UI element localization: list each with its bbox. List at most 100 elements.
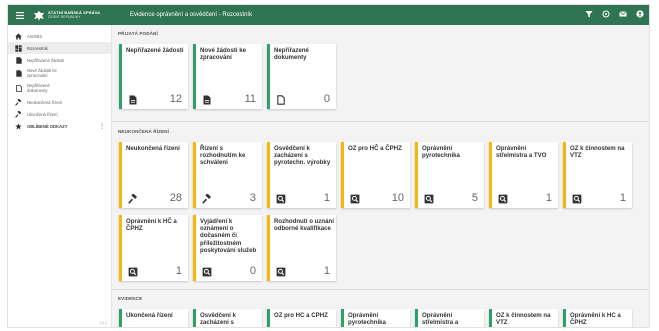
card-title: Řízení s rozhodnutím ke schválení — [200, 145, 246, 167]
brand-line-2: ČESKÉ REPUBLIKY — [48, 15, 81, 19]
search-doc-icon — [572, 193, 582, 204]
dashboard-card[interactable]: Oprávnění k HČ a ČPHZ — [563, 309, 632, 327]
dashboard-card[interactable]: Řízení s rozhodnutím ke schválení 3 — [193, 142, 262, 208]
section-divider — [112, 289, 649, 290]
card-title: Oprávnění k HČ a ČPHZ — [570, 312, 621, 327]
coat-of-arms-logo[interactable] — [33, 9, 45, 21]
sidebar-label-line-2: zpracování — [27, 72, 48, 78]
gavel-icon — [14, 110, 23, 119]
card-title: Oprávnění k HČ a ČPHZ — [126, 218, 177, 233]
dashboard-card[interactable]: Nepřiřazené žádosti 12 — [119, 44, 188, 109]
card-count: 1 — [323, 265, 330, 277]
screenshot-frame: STÁTNÍ BÁŇSKÁ SPRÁVA ČESKÉ REPUBLIKY Evi… — [0, 0, 659, 331]
sidebar-item-nove-zadosti[interactable]: Nové žádosti ke zpracování — [8, 66, 111, 81]
sidebar-item-label: AISSBS — [27, 33, 43, 39]
sidebar-item-ukoncena-rizeni[interactable]: Ukončená řízení — [8, 108, 111, 120]
card-count: 1 — [545, 192, 552, 204]
search-doc-icon — [350, 193, 360, 204]
card-count: 12 — [169, 93, 182, 105]
app-version: 1.0.4 — [99, 321, 107, 325]
hamburger-menu-icon[interactable] — [13, 8, 27, 22]
dashboard-icon — [14, 44, 23, 53]
search-doc-icon — [424, 193, 434, 204]
sidebar-item-neprirazene-zadosti[interactable]: Nepřiřazené žádosti — [8, 54, 111, 66]
top-bar: STÁTNÍ BÁŇSKÁ SPRÁVA ČESKÉ REPUBLIKY Evi… — [8, 5, 649, 25]
sidebar-item-oblibene-odkazy[interactable]: OBLÍBENÉ ODKAZY ⋮ — [8, 120, 111, 132]
main-content: PŘIJATÁ PODÁNÍ Nepřiřazené žádosti 12 Nové… — [112, 25, 649, 327]
sidebar-item-label: Rozcestník — [27, 45, 48, 51]
dashboard-card[interactable]: OZ k činnostem na VTZ — [489, 309, 558, 327]
gavel-icon — [128, 193, 138, 204]
card-count: 3 — [249, 192, 256, 204]
dashboard-card[interactable]: Oprávnění k HČ a ČPHZ 1 — [119, 215, 188, 281]
sidebar-item-label: Nové žádosti ke zpracování — [27, 68, 57, 78]
card-title: Nepřiřazené žádosti — [126, 47, 184, 54]
document-outline-icon — [14, 84, 23, 93]
card-count: 10 — [391, 192, 404, 204]
card-count: 0 — [249, 265, 256, 277]
card-count: 11 — [244, 93, 256, 105]
settings-icon[interactable] — [601, 9, 611, 19]
dashboard-card[interactable]: OZ pro HČ a ČPHZ — [267, 309, 336, 327]
dashboard-card[interactable]: Osvědčení k zacházení s pyrotechn. výrob… — [267, 142, 336, 208]
brand-name: STÁTNÍ BÁŇSKÁ SPRÁVA ČESKÉ REPUBLIKY — [48, 10, 118, 20]
document-filled-icon — [202, 94, 212, 105]
sidebar: AISSBS Rozcestník Nepřiřazené žádosti No… — [8, 25, 112, 327]
card-title: Nepřiřazené dokumenty — [274, 47, 309, 62]
sidebar-item-rozcestnik[interactable]: Rozcestník — [8, 42, 111, 54]
dashboard-card[interactable]: Vyjádření k oznámení o dočasném či příle… — [193, 215, 262, 281]
dashboard-card[interactable]: Neukončená řízení 28 — [119, 142, 188, 208]
search-doc-icon — [498, 193, 508, 204]
search-doc-icon — [202, 266, 212, 277]
more-options-icon[interactable]: ⋮ — [99, 123, 105, 130]
mail-icon[interactable] — [618, 9, 628, 19]
dashboard-card[interactable]: Oprávnění pyrotechnika — [341, 309, 410, 327]
section-title-prijata-podani: PŘIJATÁ PODÁNÍ — [118, 31, 158, 36]
card-count: 0 — [323, 93, 330, 105]
section-divider — [112, 121, 649, 122]
card-title: Nové žádosti ke zpracování — [200, 47, 247, 62]
section-title-neukoncena-rizeni: NEUKONČENÁ ŘÍZENÍ — [118, 129, 169, 134]
dashboard-card[interactable]: Oprávnění střelmistra a — [415, 309, 484, 327]
search-doc-icon — [276, 193, 286, 204]
gavel-icon — [14, 98, 23, 107]
dashboard-card[interactable]: Ukončená řízení — [119, 309, 188, 327]
app-window: STÁTNÍ BÁŇSKÁ SPRÁVA ČESKÉ REPUBLIKY Evi… — [7, 4, 650, 328]
card-count: 28 — [169, 192, 182, 204]
card-count: 5 — [471, 192, 478, 204]
card-count: 1 — [175, 265, 182, 277]
card-count: 1 — [619, 192, 626, 204]
card-title: OZ k činnostem na VTZ — [570, 145, 625, 160]
document-filled-icon — [14, 69, 23, 78]
sidebar-item-label: OBLÍBENÉ ODKAZY — [27, 123, 68, 129]
search-doc-icon — [276, 266, 286, 277]
dashboard-card[interactable]: OZ pro HČ a ČPHZ 10 — [341, 142, 410, 208]
filter-icon[interactable] — [584, 9, 594, 19]
dashboard-card[interactable]: OZ k činnostem na VTZ 1 — [563, 142, 632, 208]
card-title: Oprávnění střelmistra a — [422, 312, 459, 327]
card-title: Neukončená řízení — [126, 145, 180, 152]
star-icon — [14, 122, 23, 131]
sidebar-item-label: Neukončená řízení — [27, 99, 63, 105]
sidebar-label-line-2: dokumenty — [27, 87, 48, 93]
card-title: OZ pro HČ a ČPHZ — [348, 145, 402, 152]
sidebar-item-neukoncena-rizeni[interactable]: Neukončená řízení — [8, 96, 111, 108]
card-title: Ukončená řízení — [126, 312, 173, 319]
card-title: OZ pro HČ a ČPHZ — [274, 312, 328, 319]
card-title: Oprávnění pyrotechnika — [348, 312, 386, 327]
dashboard-card[interactable]: Osvědčení k zacházení s — [193, 309, 262, 327]
document-outline-icon — [276, 94, 286, 105]
user-account-icon[interactable] — [635, 9, 645, 19]
dashboard-card[interactable]: Oprávnění pyrotechnika 5 — [415, 142, 484, 208]
dashboard-card[interactable]: Rozhodnutí o uznání odborné kvalifikace 1 — [267, 215, 336, 281]
sidebar-item-aissbs[interactable]: AISSBS — [8, 30, 111, 42]
card-title: Vyjádření k oznámení o dočasném či příle… — [200, 218, 257, 254]
page-title: Evidence oprávnění a osvědčení - Rozcest… — [130, 12, 253, 18]
dashboard-card[interactable]: Nepřiřazené dokumenty 0 — [267, 44, 336, 109]
dashboard-card[interactable]: Nové žádosti ke zpracování 11 — [193, 44, 262, 109]
sidebar-item-neprirazene-dokumenty[interactable]: Nepřiřazené dokumenty — [8, 81, 111, 96]
card-title: OZ k činnostem na VTZ — [496, 312, 551, 327]
dashboard-card[interactable]: Oprávnění střelmistra a TVO 1 — [489, 142, 558, 208]
card-title: Osvědčení k zacházení s — [200, 312, 236, 327]
card-title: Oprávnění střelmistra a TVO — [496, 145, 547, 160]
